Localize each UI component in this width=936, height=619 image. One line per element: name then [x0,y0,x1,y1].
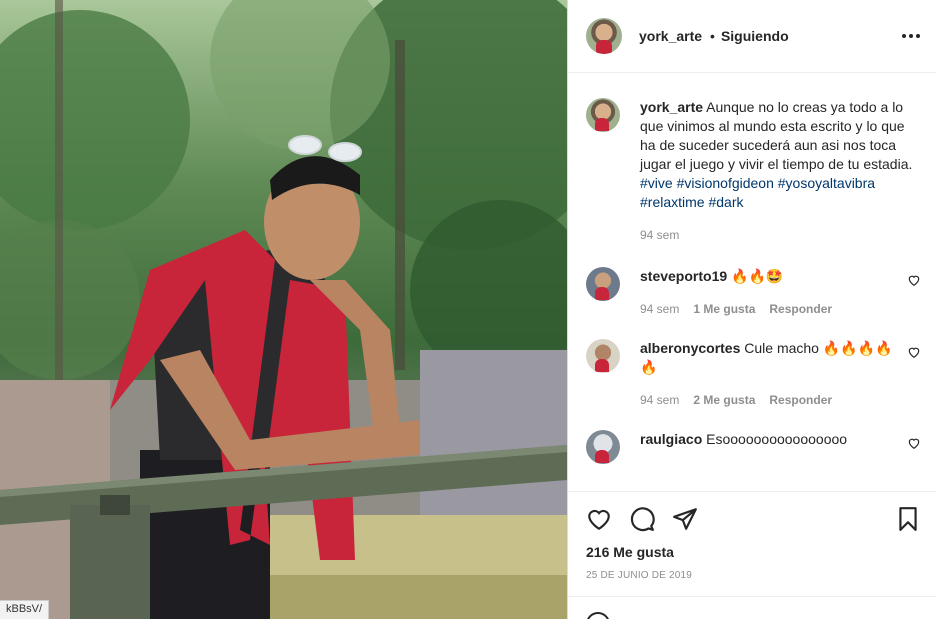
commenter-username[interactable]: steveporto19 [640,268,727,284]
caption-avatar[interactable] [586,98,620,132]
post-side-panel: york_arte • Siguiendo york_arte Aunque n… [567,0,936,619]
author-avatar[interactable] [586,18,622,54]
share-paper-plane-icon[interactable] [672,506,698,532]
comment-time[interactable]: 94 sem [640,391,679,410]
photo-illustration [0,0,567,619]
like-comment-heart-icon[interactable] [907,436,921,450]
add-comment-bar [568,596,936,619]
comment-likes[interactable]: 1 Me gusta [693,300,755,319]
comment-time[interactable]: 94 sem [640,300,679,319]
comment-likes[interactable]: 2 Me gusta [693,391,755,410]
like-comment-heart-icon[interactable] [907,273,921,287]
comment-text: Esoooooooooooooooo [706,431,848,447]
commenter-avatar[interactable] [586,267,620,301]
comment-bubble-icon[interactable] [629,506,655,532]
caption: york_arte Aunque no lo creas ya todo a l… [586,98,921,267]
comment-item: raulgiaco Esoooooooooooooooo [586,430,921,464]
comment-text: 🔥🔥🤩 [731,268,784,284]
emoji-icon[interactable] [586,612,610,619]
url-tooltip: kBBsV/ [0,600,50,619]
commenter-avatar[interactable] [586,339,620,373]
commenter-username[interactable]: alberonycortes [640,340,740,356]
comment-item: steveporto19 🔥🔥🤩 94 sem 1 Me gusta Respo… [586,267,921,319]
more-options-icon[interactable] [902,28,920,44]
separator-dot: • [710,28,715,44]
hashtag-link[interactable]: #vive [640,175,673,191]
following-button[interactable]: Siguiendo [721,28,789,44]
caption-username[interactable]: york_arte [640,99,703,115]
commenter-avatar[interactable] [586,430,620,464]
reply-button[interactable]: Responder [769,300,832,319]
reply-button[interactable]: Responder [769,391,832,410]
save-bookmark-icon[interactable] [895,506,921,532]
caption-time[interactable]: 94 sem [640,226,679,245]
comments-list[interactable]: york_arte Aunque no lo creas ya todo a l… [568,74,936,488]
commenter-username[interactable]: raulgiaco [640,431,702,447]
post-actions: 216 Me gusta 25 DE JUNIO DE 2019 [568,491,936,581]
like-heart-icon[interactable] [586,506,612,532]
likes-count[interactable]: 216 Me gusta [586,544,921,560]
like-comment-heart-icon[interactable] [907,345,921,359]
hashtag-link[interactable]: #yosoyaltavibra [778,175,875,191]
author-username[interactable]: york_arte [639,28,702,44]
comment-item: alberonycortes Cule macho 🔥🔥🔥🔥🔥 94 sem 2… [586,339,921,410]
post-photo[interactable]: kBBsV/ [0,0,567,619]
hashtag-link[interactable]: #dark [708,194,743,210]
post-header: york_arte • Siguiendo [568,0,936,73]
hashtag-link[interactable]: #relaxtime [640,194,705,210]
post-date[interactable]: 25 DE JUNIO DE 2019 [586,570,921,581]
hashtag-link[interactable]: #visionofgideon [677,175,774,191]
